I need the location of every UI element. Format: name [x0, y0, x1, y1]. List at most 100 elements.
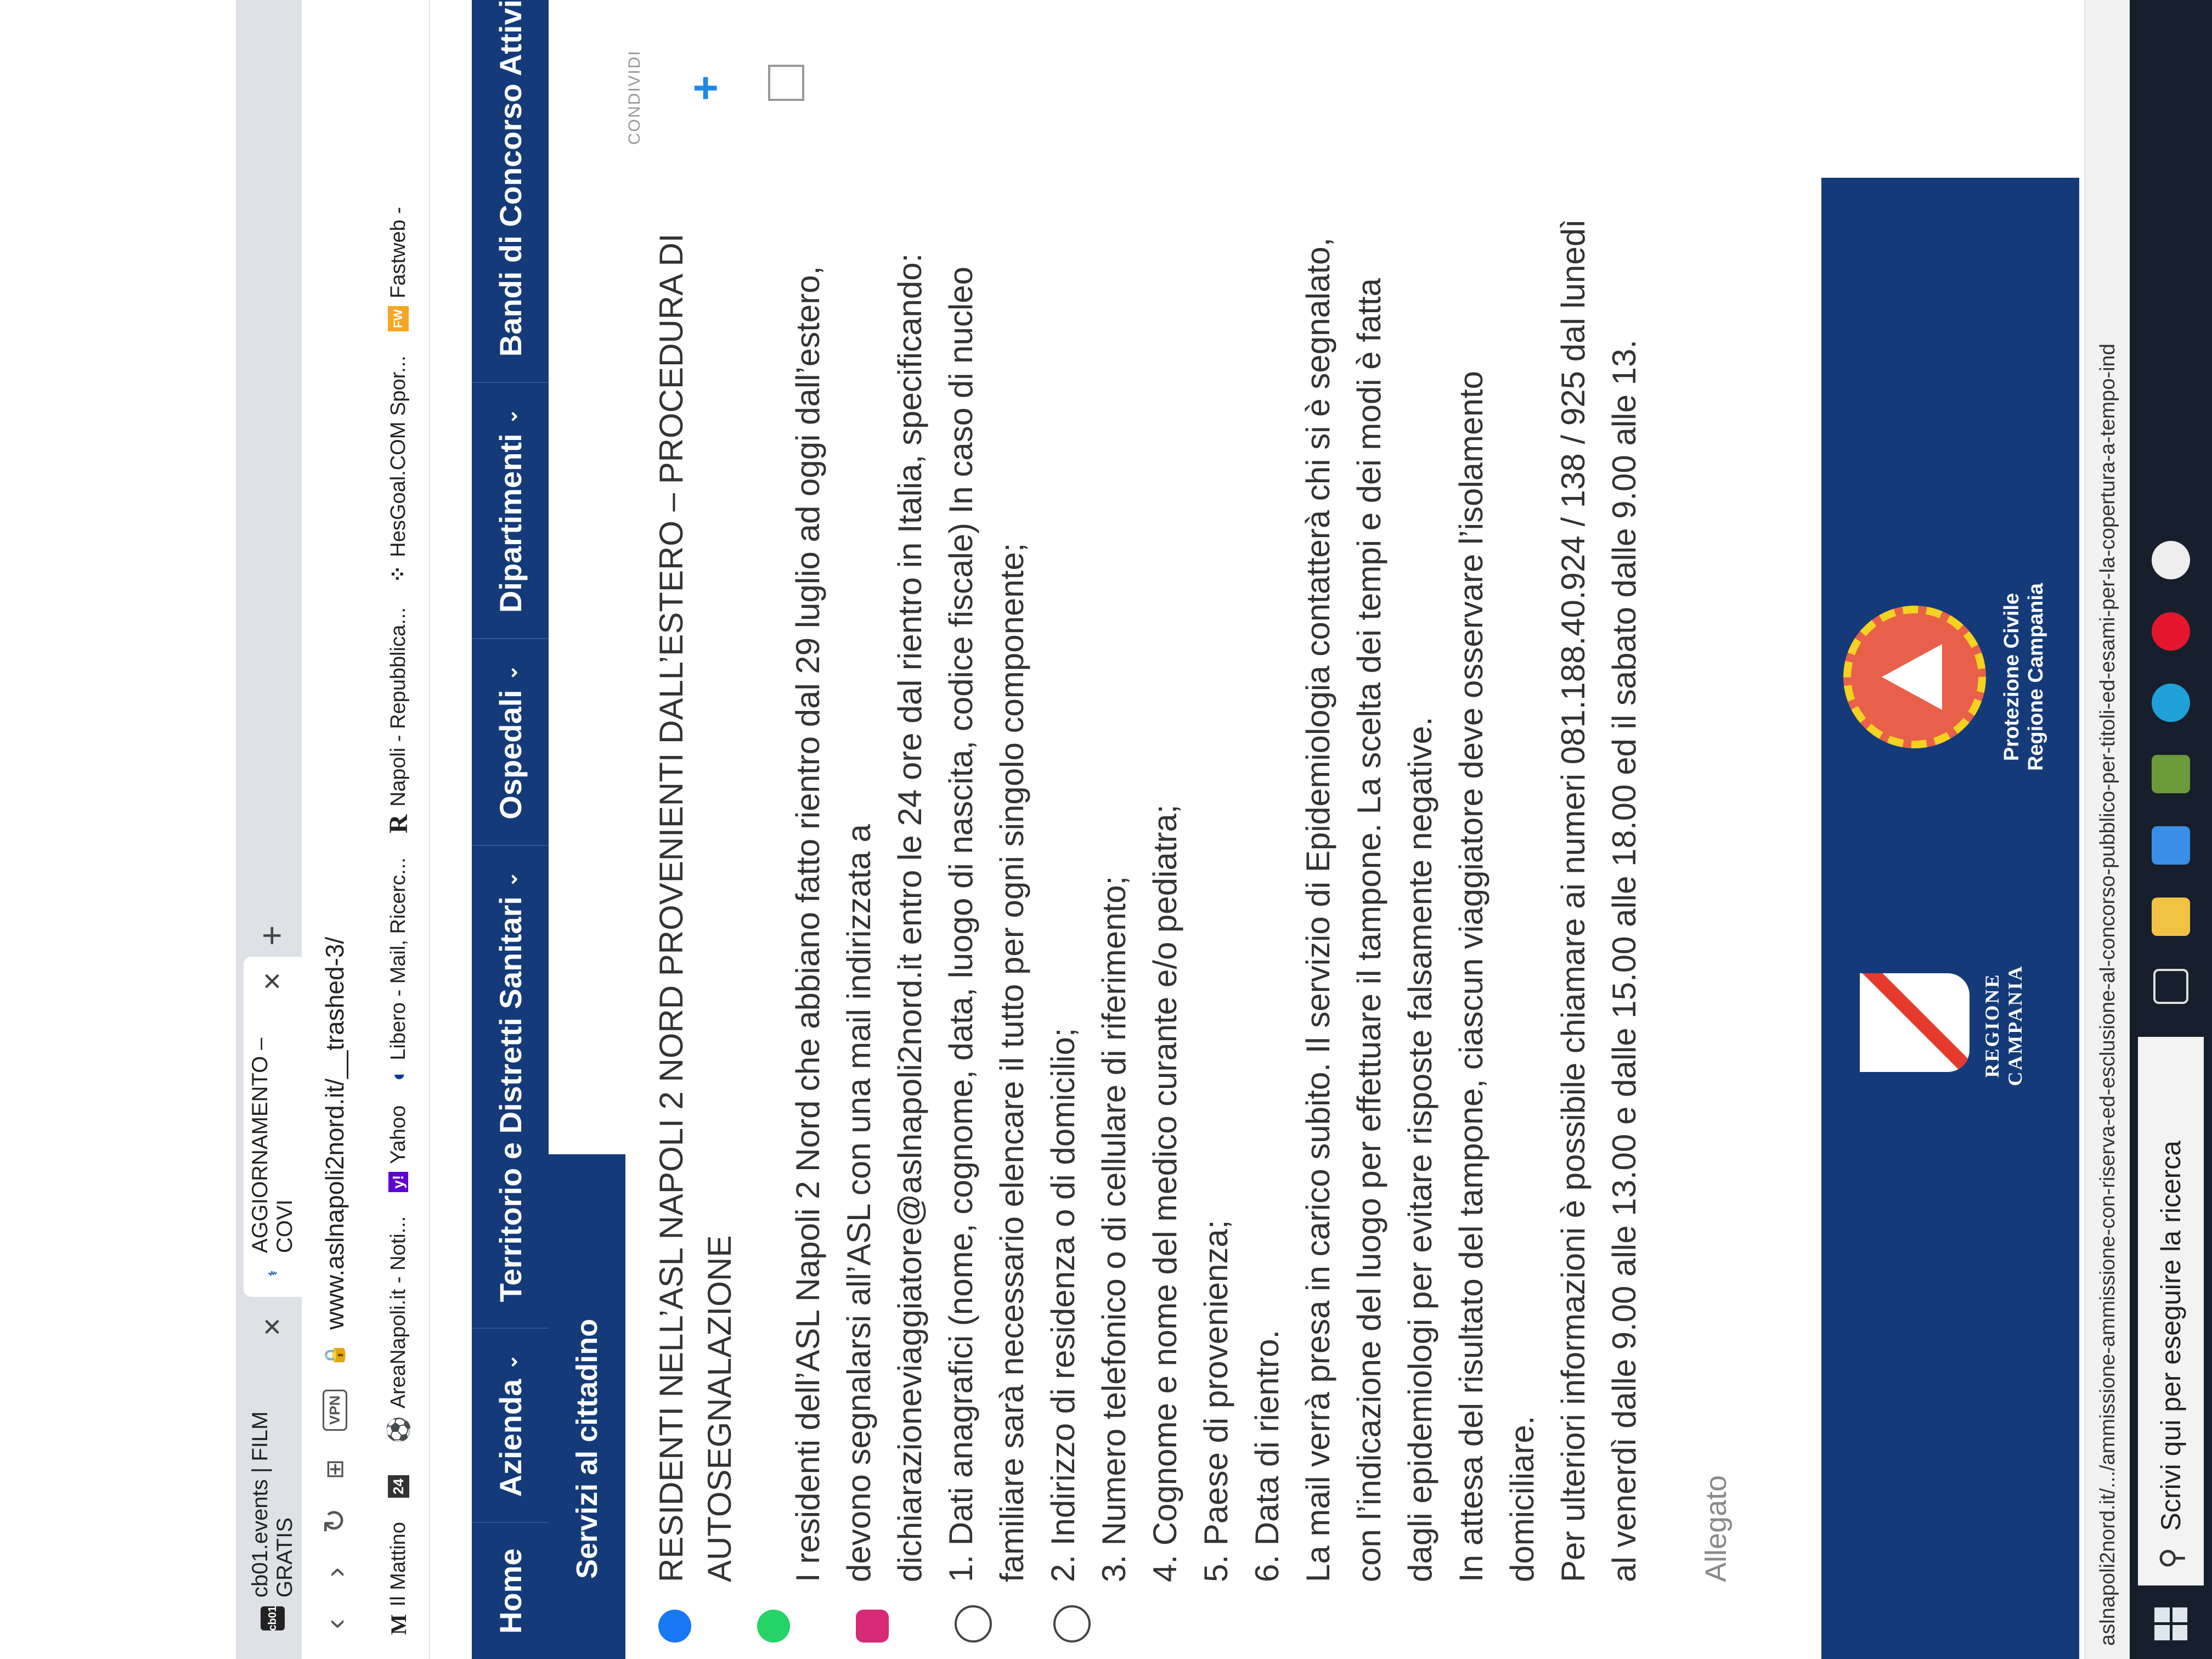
protezione-civile-text: Protezione Civile Regione Campania	[2000, 562, 2048, 792]
chevron-down-icon: ⌄	[499, 664, 521, 681]
bookmarks-bar: M Il Mattino 24 ⚽ AreaNapoli.it - Noti..…	[368, 0, 430, 1659]
article-body: I residenti dell’ASL Napoli 2 Nord che a…	[782, 211, 1650, 1582]
tab-aggiornamento[interactable]: ⚕ AGGIORNAMENTO – COVI ✕	[244, 957, 302, 1297]
protezione-civile-logo[interactable]: Protezione Civile Regione Campania	[1843, 562, 2063, 792]
bookmark-yahoo[interactable]: y! Yahoo	[387, 1105, 410, 1192]
body-line: In attesa del risultato del tampone, cia…	[1453, 371, 1489, 1582]
windows-start-icon[interactable]	[2154, 1607, 2187, 1640]
libero-icon: ◐	[386, 1068, 410, 1081]
body-line: familiare sarà necessario elencare il tu…	[994, 543, 1030, 1582]
article: RESIDENTI NELL’ASL NAPOLI 2 NORD PROVENI…	[647, 211, 1733, 1582]
body-line: dagli epidemiologi per evitare risposte …	[1402, 716, 1438, 1582]
chevron-down-icon: ⌄	[499, 871, 521, 888]
bookmark-label: Napoli - Repubblica...	[386, 607, 410, 807]
cb01-favicon-icon: cb01	[261, 1606, 285, 1631]
app-icon[interactable]	[2152, 541, 2190, 579]
nav-servizi-cittadino[interactable]: Servizi al cittadino	[549, 1154, 625, 1659]
apps-grid-icon[interactable]: ⊞	[321, 1453, 349, 1486]
lock-icon[interactable]: 🔒	[323, 1343, 346, 1368]
article-title: RESIDENTI NELL’ASL NAPOLI 2 NORD PROVENI…	[647, 211, 744, 1582]
nav-label: Azienda	[493, 1379, 528, 1497]
bookmark-libero[interactable]: ◐ Libero - Mail, Ricerc...	[386, 857, 411, 1081]
bookmark-label: Yahoo	[386, 1105, 410, 1164]
screen: cb01 cb01.events | FILM GRATIS ✕ ⚕ AGGIO…	[0, 0, 2212, 1659]
close-tab-icon[interactable]: ✕	[259, 1317, 287, 1337]
sole24-icon: 24	[387, 1475, 409, 1498]
body-line: al venerdì dalle 9.00 alle 13.00 e dalle…	[1606, 339, 1643, 1582]
bookmark-repubblica[interactable]: R Napoli - Repubblica...	[383, 607, 414, 833]
attachment-link[interactable]: Allegato	[1699, 211, 1733, 1582]
protezione-civile-line: Regione Campania	[2024, 583, 2047, 771]
fastweb-icon: FW	[388, 306, 409, 332]
edge-icon[interactable]	[2152, 684, 2190, 722]
nav-label: Ospedali	[493, 690, 528, 820]
back-icon[interactable]: ‹	[317, 1607, 353, 1640]
forward-icon[interactable]: ›	[317, 1556, 353, 1589]
repubblica-icon: R	[383, 814, 413, 834]
store-icon[interactable]	[2152, 826, 2190, 865]
yahoo-icon: y!	[388, 1171, 408, 1192]
body-line: I residenti dell’ASL Napoli 2 Nord che a…	[789, 266, 826, 1582]
close-tab-icon[interactable]: ✕	[259, 971, 287, 991]
taskbar: ⚲ Scrivi qui per eseguire la ricerca	[2130, 0, 2212, 1659]
site-navigation: Home Azienda ⌄ Territorio e Distretti San…	[472, 0, 549, 1659]
nav-ospedali[interactable]: Ospedali ⌄	[472, 638, 549, 845]
task-view-icon[interactable]	[2153, 969, 2188, 1004]
bookmark-fastweb[interactable]: FW Fastweb -	[386, 207, 410, 332]
minecraft-icon[interactable]	[2152, 755, 2190, 793]
taskbar-search-box[interactable]: ⚲ Scrivi qui per eseguire la ricerca	[2138, 1037, 2204, 1585]
instagram-icon[interactable]	[856, 1610, 889, 1643]
heart-icon[interactable]	[955, 1605, 992, 1643]
body-line: Per ulteriori informazioni è possibile c…	[1555, 219, 1592, 1582]
regione-campania-shield-icon	[1860, 973, 1970, 1072]
url-field[interactable]: www.aslnapoli2nord.it/__trashed-3/	[320, 937, 349, 1330]
protezione-civile-line: Protezione Civile	[2000, 592, 2023, 761]
bookmark-label: HesGoal.COM Spor...	[386, 356, 410, 557]
regione-campania-logo[interactable]: REGIONE CAMPANIA	[1854, 940, 2052, 1110]
tab-cb01[interactable]: cb01 cb01.events | FILM GRATIS ✕	[244, 1302, 302, 1643]
status-url: aslnapoli2nord.it/.../ammissione-ammissi…	[2096, 343, 2119, 1646]
nav-territorio[interactable]: Territorio e Distretti Sanitari ⌄	[472, 844, 549, 1328]
clock-icon[interactable]	[1053, 1605, 1091, 1643]
bookmark-hesgoal[interactable]: ⁘ HesGoal.COM Spor...	[386, 356, 411, 583]
nav-label: Bandi di Concorso Attivi	[493, 0, 528, 357]
soccer-ball-icon: ⚽	[386, 1416, 411, 1444]
body-line: 1. Dati anagrafici (nome, cognome, data,…	[943, 266, 979, 1582]
body-line: 4. Cognome e nome del medico curante e/o…	[1147, 804, 1183, 1582]
social-share-column	[625, 1604, 1503, 1659]
tab-title: cb01.events | FILM GRATIS	[248, 1411, 297, 1598]
facebook-icon[interactable]	[658, 1610, 691, 1643]
address-bar-row: ‹ › ↻ ⊞ VPN 🔒 www.aslnapoli2nord.it/__tr…	[302, 0, 368, 1659]
nav-azienda[interactable]: Azienda ⌄	[472, 1327, 549, 1522]
subnav-label: Servizi al cittadino	[571, 1318, 603, 1579]
chevron-down-icon: ⌄	[499, 1353, 521, 1370]
body-line: 5. Paese di provenienza;	[1198, 1220, 1234, 1582]
article-title-line: AUTOSEGNALAZIONE	[701, 1235, 738, 1582]
plus-icon[interactable]: +	[680, 75, 731, 101]
nav-dipartimenti[interactable]: Dipartimenti ⌄	[472, 382, 549, 639]
hesgoal-icon: ⁘	[386, 565, 410, 584]
checkbox[interactable]	[768, 65, 804, 101]
file-explorer-icon[interactable]	[2152, 898, 2190, 936]
nav-home[interactable]: Home	[472, 1522, 549, 1659]
reload-icon[interactable]: ↻	[317, 1504, 353, 1537]
nav-label: Territorio e Distretti Sanitari	[493, 896, 528, 1302]
il-mattino-icon: M	[386, 1614, 411, 1635]
bookmark-24[interactable]: 24	[387, 1468, 409, 1498]
triangle-icon	[1882, 644, 1942, 710]
regione-campania-logo-text: REGIONE CAMPANIA	[1981, 964, 2026, 1086]
nav-label: Home	[493, 1548, 528, 1634]
bookmark-areanapoli[interactable]: ⚽ AreaNapoli.it - Noti...	[386, 1216, 411, 1443]
body-line-email[interactable]: dichiarazioneviaggiatore@aslnapoli2nord.…	[884, 211, 935, 1582]
bookmark-il-mattino[interactable]: M Il Mattino	[386, 1522, 411, 1635]
vpn-badge[interactable]: VPN	[322, 1389, 347, 1431]
whatsapp-icon[interactable]	[757, 1610, 790, 1643]
new-tab-button[interactable]: +	[251, 926, 292, 946]
bookmark-label: Libero - Mail, Ricerc...	[386, 857, 410, 1060]
body-line: La mail verrà presa in carico subito. Il…	[1300, 237, 1336, 1582]
bookmark-label: Fastweb -	[386, 207, 410, 298]
nav-bandi[interactable]: Bandi di Concorso Attivi⌄	[472, 0, 549, 382]
opera-icon[interactable]	[2152, 612, 2190, 651]
search-placeholder: Scrivi qui per eseguire la ricerca	[2155, 1141, 2186, 1531]
status-url-bar: aslnapoli2nord.it/.../ammissione-ammissi…	[2085, 0, 2130, 1659]
